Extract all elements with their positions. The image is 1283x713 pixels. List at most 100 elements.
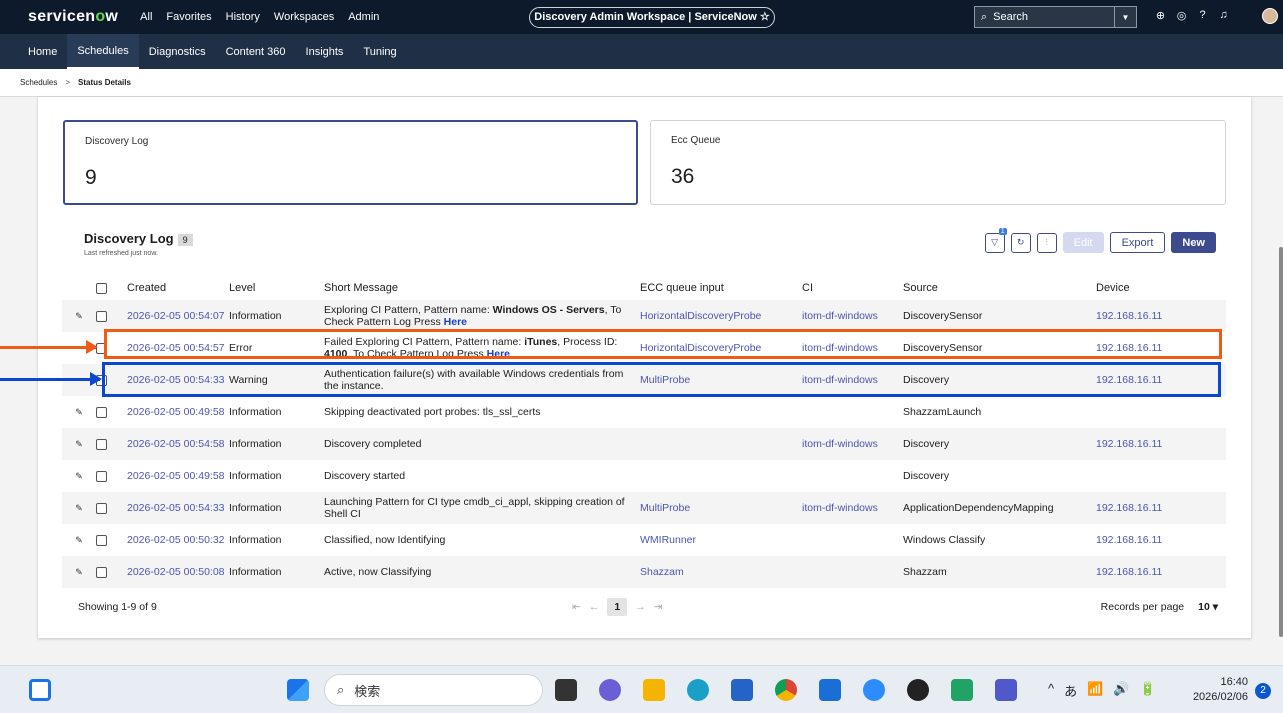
created-link[interactable]: 2026-02-05 00:54:58 xyxy=(127,438,225,450)
tab-tuning[interactable]: Tuning xyxy=(353,34,406,69)
device-link[interactable]: 192.168.16.11 xyxy=(1096,566,1162,578)
tab-content-360[interactable]: Content 360 xyxy=(216,34,296,69)
search-input[interactable]: Search xyxy=(993,11,1028,23)
help-icon[interactable]: ? xyxy=(1192,9,1213,22)
start-icon[interactable] xyxy=(287,679,309,701)
workspace-title[interactable]: Discovery Admin Workspace | ServiceNow ☆ xyxy=(529,7,775,28)
globe-icon[interactable]: ⊕ xyxy=(1150,9,1171,22)
select-all-checkbox[interactable] xyxy=(96,282,107,294)
ime-indicator[interactable]: あ xyxy=(1064,681,1077,700)
tab-schedules[interactable]: Schedules xyxy=(67,34,139,69)
device-link[interactable]: 192.168.16.11 xyxy=(1096,310,1162,322)
row-checkbox[interactable] xyxy=(96,406,107,418)
pencil-icon[interactable]: ✎ xyxy=(62,471,96,482)
table-row[interactable]: ✎ 2026-02-05 00:54:07 Information Explor… xyxy=(62,300,1226,332)
edge-icon[interactable] xyxy=(687,679,709,701)
widgets-icon[interactable] xyxy=(29,679,51,701)
global-search[interactable]: ⌕ Search ▼ xyxy=(974,6,1137,28)
created-link[interactable]: 2026-02-05 00:54:33 xyxy=(127,502,225,514)
clock[interactable]: 16:40 2026/02/06 xyxy=(1186,675,1248,705)
nav-all[interactable]: All xyxy=(140,11,152,23)
chrome-icon[interactable] xyxy=(775,679,797,701)
column-ci[interactable]: CI xyxy=(802,282,903,295)
row-checkbox[interactable] xyxy=(96,438,107,450)
device-link[interactable]: 192.168.16.11 xyxy=(1096,438,1162,450)
breadcrumb-schedules[interactable]: Schedules xyxy=(20,78,57,87)
row-checkbox[interactable] xyxy=(96,502,107,514)
column-level[interactable]: Level xyxy=(229,282,324,294)
row-checkbox[interactable] xyxy=(96,470,107,482)
export-button[interactable]: Export xyxy=(1109,232,1166,253)
column-created[interactable]: Created xyxy=(116,282,229,295)
ci-link[interactable]: itom-df-windows xyxy=(802,310,878,322)
table-row[interactable]: ✎ 2026-02-05 00:50:32 Information Classi… xyxy=(62,524,1226,556)
column-device[interactable]: Device xyxy=(1096,282,1196,294)
nav-admin[interactable]: Admin xyxy=(348,11,379,23)
ecc-link[interactable]: WMIRunner xyxy=(640,534,696,546)
file-explorer-icon[interactable] xyxy=(643,679,665,701)
pencil-icon[interactable]: ✎ xyxy=(62,567,96,578)
first-page-icon[interactable]: ⇤ xyxy=(572,601,581,613)
store-icon[interactable] xyxy=(731,679,753,701)
zoom-icon[interactable] xyxy=(863,679,885,701)
created-link[interactable]: 2026-02-05 00:50:08 xyxy=(127,566,225,578)
columns-button[interactable]: ⫶ xyxy=(1036,232,1057,253)
discovery-log-card[interactable]: Discovery Log 9 xyxy=(63,120,638,205)
taskbar-search[interactable]: ⌕ 検索 xyxy=(324,674,543,706)
bell-icon[interactable]: ♫ xyxy=(1213,9,1234,22)
column-ecc-queue-input[interactable]: ECC queue input xyxy=(640,282,802,294)
column-short-message[interactable]: Short Message xyxy=(324,282,640,294)
pencil-icon[interactable]: ✎ xyxy=(62,407,96,418)
row-checkbox[interactable] xyxy=(96,534,107,546)
tab-home[interactable]: Home xyxy=(0,34,67,69)
battery-icon[interactable]: 🔋 xyxy=(1140,681,1156,700)
user-avatar[interactable] xyxy=(1262,8,1278,24)
row-checkbox[interactable] xyxy=(96,566,107,578)
device-link[interactable]: 192.168.16.11 xyxy=(1096,502,1162,514)
teams-icon[interactable] xyxy=(995,679,1017,701)
nav-history[interactable]: History xyxy=(226,11,260,23)
pencil-icon[interactable]: ✎ xyxy=(62,439,96,450)
ecc-link[interactable]: Shazzam xyxy=(640,566,684,578)
ecc-link[interactable]: MultiProbe xyxy=(640,502,690,514)
page-scrollbar[interactable] xyxy=(1276,97,1283,657)
table-row[interactable]: ✎ 2026-02-05 00:50:08 Information Active… xyxy=(62,556,1226,588)
table-row[interactable]: ✎ 2026-02-05 00:54:58 Information Discov… xyxy=(62,428,1226,460)
page-button[interactable]: 1 xyxy=(607,598,628,616)
table-row[interactable]: ✎ 2026-02-05 00:49:58 Information Discov… xyxy=(62,460,1226,492)
created-link[interactable]: 2026-02-05 00:54:07 xyxy=(127,310,225,322)
pencil-icon[interactable]: ✎ xyxy=(62,503,96,514)
pattern-log-link[interactable]: Here xyxy=(444,316,467,328)
ci-link[interactable]: itom-df-windows xyxy=(802,438,878,450)
servicenow-logo[interactable]: servicenow xyxy=(28,8,118,26)
volume-icon[interactable]: 🔊 xyxy=(1113,681,1129,700)
wifi-icon[interactable]: 📶 xyxy=(1087,681,1103,700)
scrollbar-thumb[interactable] xyxy=(1279,247,1283,637)
last-page-icon[interactable]: ⇥ xyxy=(654,601,663,613)
task-view-icon[interactable] xyxy=(555,679,577,701)
tab-insights[interactable]: Insights xyxy=(296,34,354,69)
pencil-icon[interactable]: ✎ xyxy=(62,311,96,322)
next-page-icon[interactable]: → xyxy=(635,601,646,613)
notification-badge[interactable]: 2 xyxy=(1255,683,1271,699)
tab-diagnostics[interactable]: Diagnostics xyxy=(139,34,216,69)
eclipse-icon[interactable] xyxy=(907,679,929,701)
search-scope-dropdown-icon[interactable]: ▼ xyxy=(1114,7,1136,27)
spreadsheet-icon[interactable] xyxy=(951,679,973,701)
row-checkbox[interactable] xyxy=(96,310,107,322)
edit-button[interactable]: Edit xyxy=(1062,232,1104,253)
filter-button[interactable]: ▽ 1 xyxy=(984,227,1007,253)
chat-icon[interactable]: ◎ xyxy=(1171,9,1192,22)
ci-link[interactable]: itom-df-windows xyxy=(802,502,878,514)
prev-page-icon[interactable]: ← xyxy=(589,601,600,613)
created-link[interactable]: 2026-02-05 00:49:58 xyxy=(127,406,225,418)
column-source[interactable]: Source xyxy=(903,282,1096,294)
table-row[interactable]: ✎ 2026-02-05 00:49:58 Information Skippi… xyxy=(62,396,1226,428)
table-row[interactable]: ✎ 2026-02-05 00:54:33 Information Launch… xyxy=(62,492,1226,524)
ecc-queue-card[interactable]: Ecc Queue 36 xyxy=(650,120,1226,205)
refresh-button[interactable]: ↻ xyxy=(1010,232,1031,253)
notepad-icon[interactable] xyxy=(819,679,841,701)
chat-app-icon[interactable] xyxy=(599,679,621,701)
created-link[interactable]: 2026-02-05 00:50:32 xyxy=(127,534,225,546)
ecc-link[interactable]: HorizontalDiscoveryProbe xyxy=(640,310,761,322)
